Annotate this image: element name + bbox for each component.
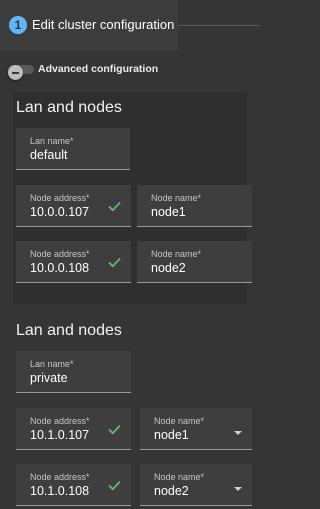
- field-label: Node address*: [30, 249, 90, 259]
- field-value: node1: [154, 428, 189, 442]
- node-name-select[interactable]: Node name* node1: [140, 408, 252, 450]
- node-address-field[interactable]: Node address* 10.1.0.108: [16, 464, 131, 506]
- node-name-field[interactable]: Node name* node2: [137, 241, 252, 283]
- field-label: Node name*: [154, 472, 205, 482]
- field-label: Node name*: [151, 249, 202, 259]
- node-address-field[interactable]: Node address* 10.0.0.108: [16, 241, 131, 283]
- field-label: Node name*: [151, 193, 202, 203]
- section-title: Lan and nodes: [16, 322, 122, 339]
- cluster-config-page: 1 Edit cluster configuration Advanced co…: [0, 0, 259, 509]
- advanced-config-label: Advanced configuration: [38, 63, 159, 75]
- field-label: Node address*: [30, 416, 90, 426]
- node-address-field[interactable]: Node address* 10.1.0.107: [16, 408, 131, 450]
- lan-name-field[interactable]: Lan name* private: [16, 351, 131, 393]
- field-value: default: [30, 148, 68, 162]
- lan-name-field[interactable]: Lan name* default: [16, 128, 130, 170]
- field-label: Node address*: [30, 472, 90, 482]
- node-name-field[interactable]: Node name* node1: [137, 185, 252, 227]
- field-label: Lan name*: [30, 359, 74, 369]
- check-icon: [108, 201, 121, 212]
- advanced-config-row: Advanced configuration: [8, 62, 248, 80]
- field-value: 10.1.0.107: [30, 428, 90, 442]
- step-title: Edit cluster configuration: [32, 17, 175, 32]
- stepper-connector-line: [178, 25, 259, 26]
- node-name-select[interactable]: Node name* node2: [140, 464, 252, 506]
- toggle-thumb[interactable]: [8, 65, 23, 80]
- field-value: 10.1.0.108: [30, 484, 90, 498]
- stepper-step-1[interactable]: 1 Edit cluster configuration: [0, 0, 178, 51]
- field-value: node2: [154, 484, 189, 498]
- node-address-field[interactable]: Node address* 10.0.0.107: [16, 185, 131, 227]
- field-value: 10.0.0.108: [30, 261, 90, 275]
- caret-down-icon[interactable]: [234, 431, 242, 435]
- field-value: node2: [151, 261, 186, 275]
- advanced-config-toggle[interactable]: [8, 65, 34, 80]
- field-value: 10.0.0.107: [30, 205, 90, 219]
- field-value: private: [30, 371, 68, 385]
- check-icon: [108, 424, 121, 435]
- field-value: node1: [151, 205, 186, 219]
- check-icon: [108, 480, 121, 491]
- field-label: Node name*: [154, 416, 205, 426]
- field-label: Node address*: [30, 193, 90, 203]
- field-label: Lan name*: [30, 136, 74, 146]
- step-number-badge: 1: [9, 16, 27, 34]
- caret-down-icon[interactable]: [234, 487, 242, 491]
- check-icon: [108, 257, 121, 268]
- section-title: Lan and nodes: [16, 99, 122, 116]
